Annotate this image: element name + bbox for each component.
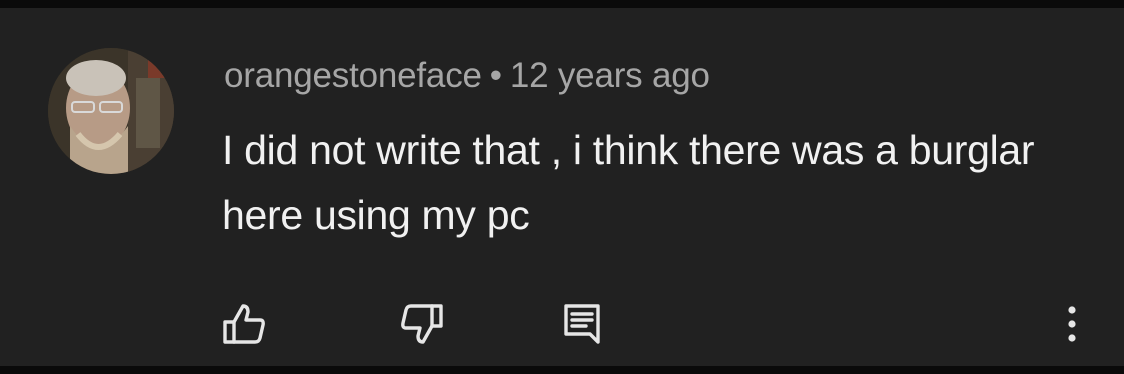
thumbs-up-icon xyxy=(223,304,265,344)
comment-meta: orangestoneface • 12 years ago xyxy=(224,56,710,96)
thumbs-down-icon xyxy=(401,304,443,344)
author-name[interactable]: orangestoneface xyxy=(224,56,482,95)
avatar[interactable] xyxy=(48,48,174,174)
more-vertical-icon xyxy=(1068,306,1076,342)
more-options-button[interactable] xyxy=(1046,298,1098,350)
reply-comment-icon xyxy=(564,304,600,344)
reply-button[interactable] xyxy=(556,298,608,350)
timestamp[interactable]: 12 years ago xyxy=(510,56,710,95)
avatar-photo-icon xyxy=(48,48,174,174)
dislike-button[interactable] xyxy=(396,298,448,350)
top-border xyxy=(0,0,1124,8)
bottom-border xyxy=(0,366,1124,374)
meta-separator: • xyxy=(489,56,502,95)
like-button[interactable] xyxy=(218,298,270,350)
comment-text: I did not write that , i think there was… xyxy=(222,127,1035,238)
comment-card: orangestoneface • 12 years ago I did not w… xyxy=(0,8,1124,366)
